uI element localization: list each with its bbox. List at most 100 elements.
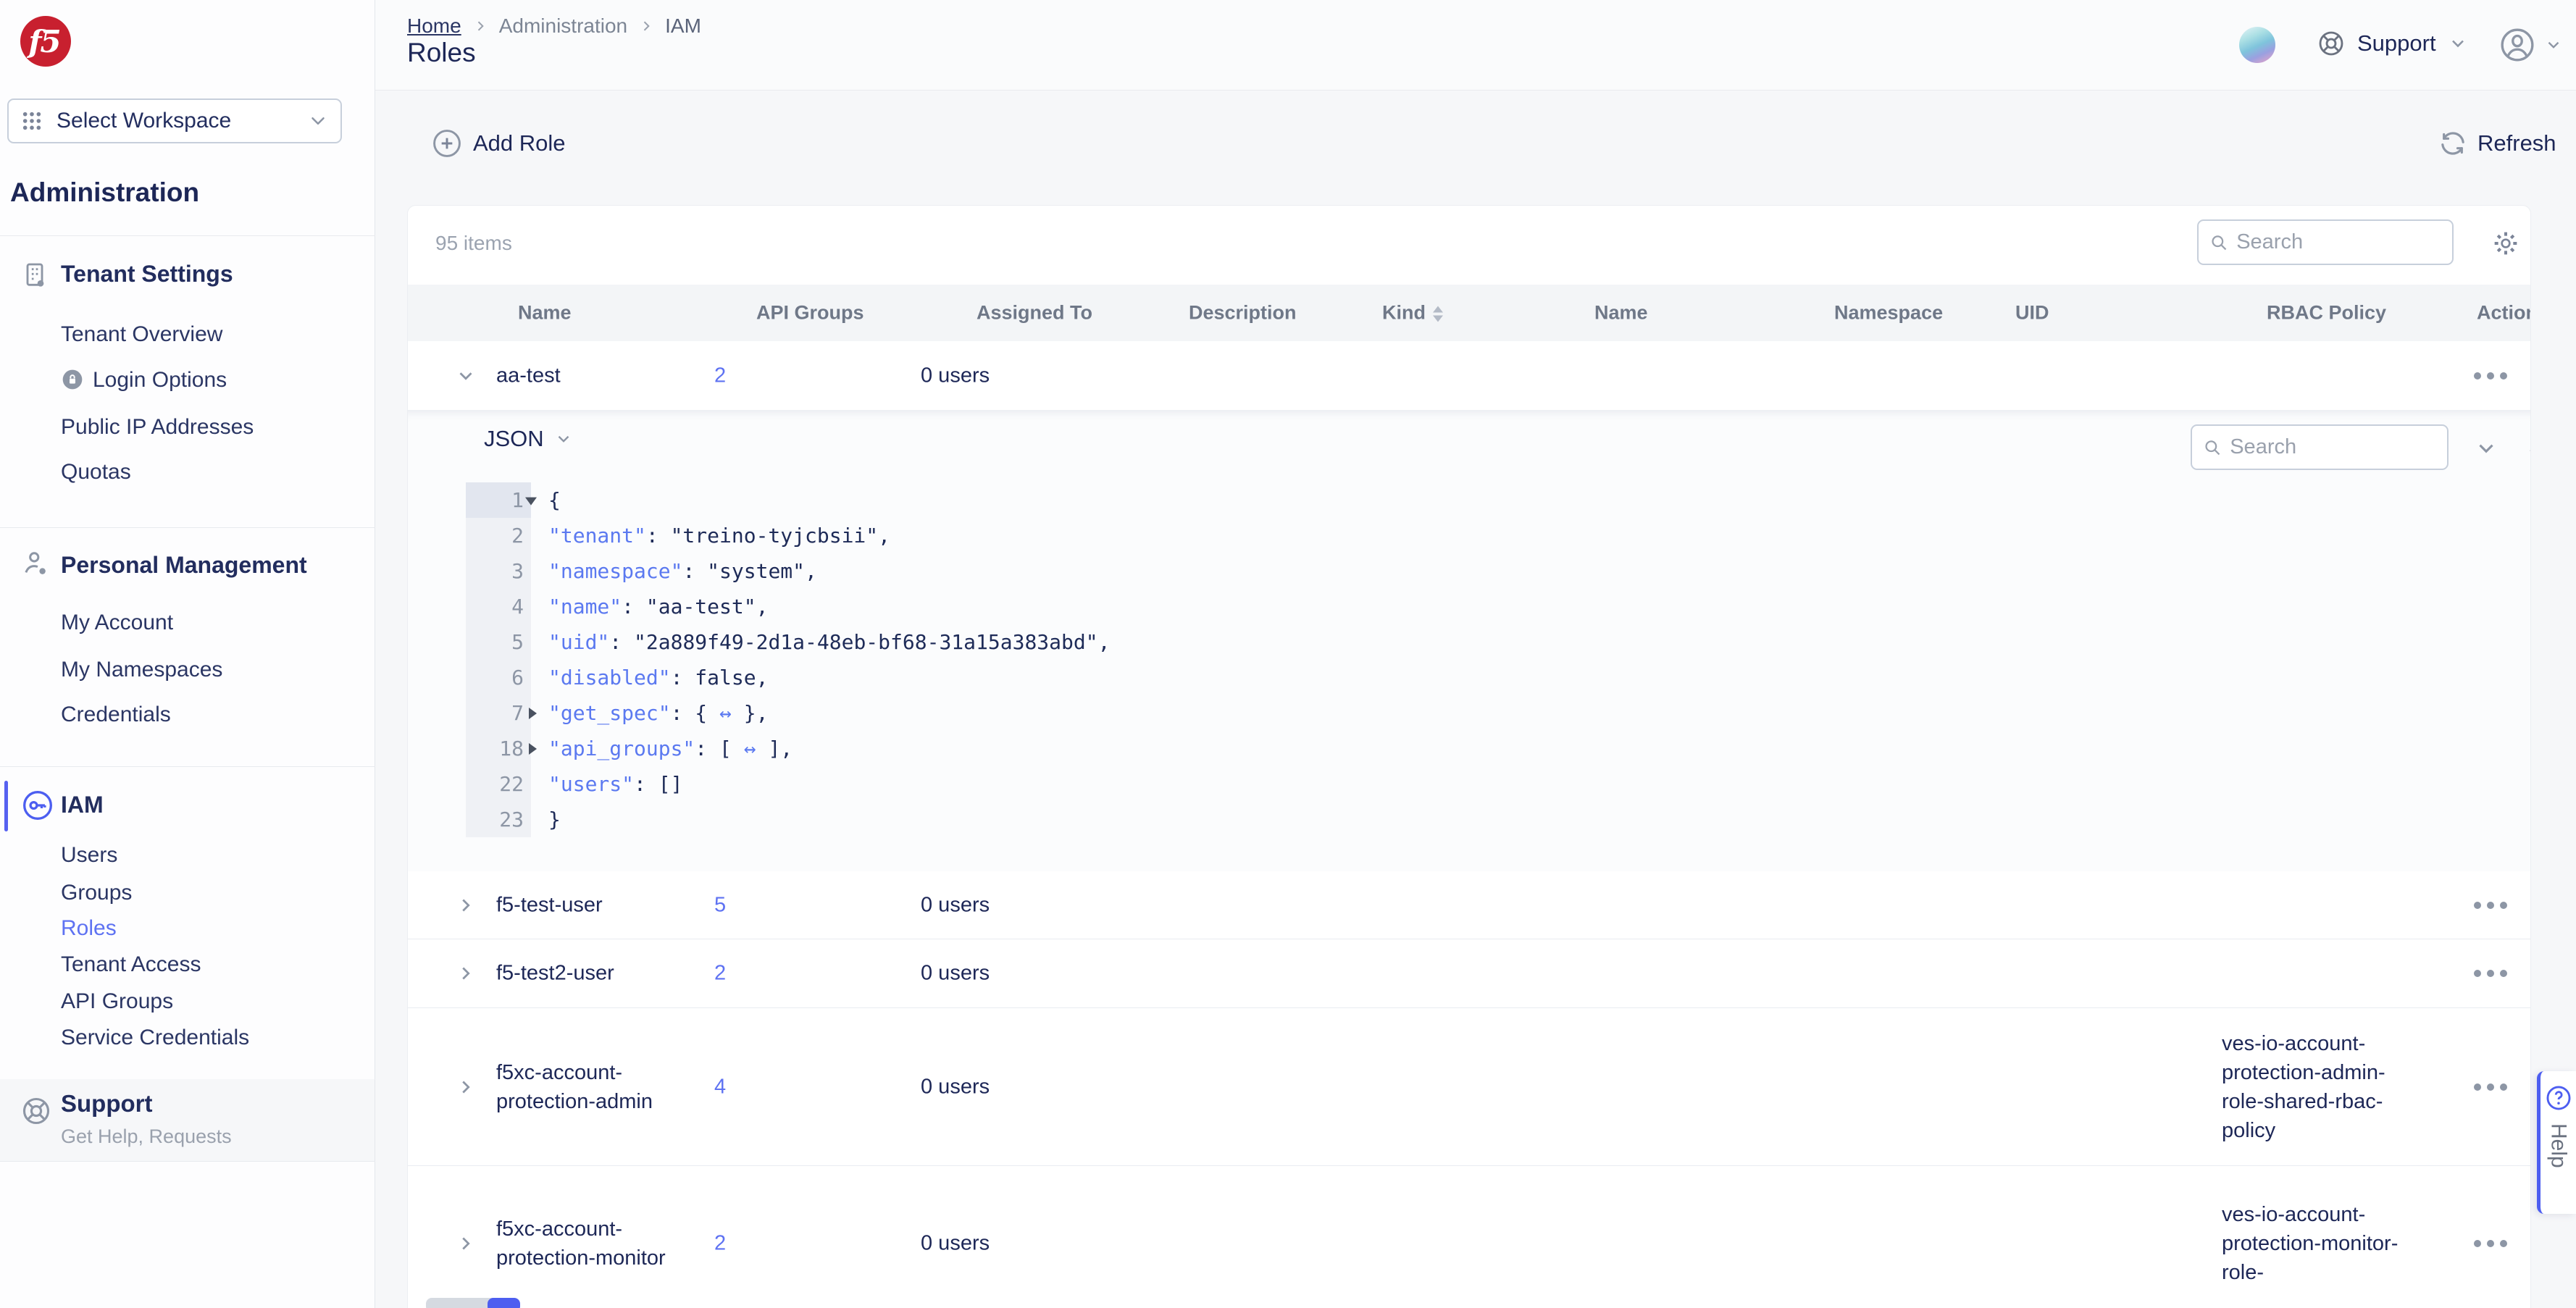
sidebar-item-service-credentials[interactable]: Service Credentials [61, 1023, 249, 1052]
cell-api-groups[interactable]: 5 [714, 893, 726, 917]
sidebar-item-api-groups[interactable]: API Groups [61, 987, 173, 1016]
json-search[interactable] [2191, 424, 2449, 470]
sidebar-item-users[interactable]: Users [61, 841, 117, 870]
row-f5-test-user[interactable]: f5-test-user 5 0 users [408, 871, 2531, 939]
chevron-right-icon [455, 1233, 477, 1254]
sidebar-item-my-namespaces[interactable]: My Namespaces [61, 655, 222, 684]
roles-table-card: 95 items Name API Groups Assigned To Des… [407, 205, 2531, 1308]
cell-api-groups[interactable]: 2 [714, 364, 726, 387]
prev-match-icon[interactable] [2525, 436, 2531, 461]
col-rbac-policy[interactable]: RBAC Policy [2267, 302, 2386, 324]
json-search-input[interactable] [2230, 435, 2437, 459]
scrollbar-thumb[interactable] [488, 1298, 520, 1308]
code-line: 2"tenant": "treino-tyjcbsii", [466, 518, 1110, 553]
row-actions-button[interactable] [2474, 902, 2507, 909]
row-actions-button[interactable] [2474, 1083, 2507, 1091]
table-search[interactable] [2197, 219, 2454, 265]
cell-name: f5-test-user [496, 893, 603, 917]
col-name-2[interactable]: Name [1594, 302, 1648, 324]
row-actions-button[interactable] [2474, 1240, 2507, 1247]
sidebar-support-block[interactable]: Support Get Help, Requests [0, 1079, 375, 1161]
line-gutter: 4 [466, 589, 531, 624]
items-count: 95 items [435, 232, 512, 255]
sidebar-heading: Administration [10, 177, 199, 208]
row-f5xc-account-protection-admin[interactable]: f5xc-account-protection-admin 4 0 users … [408, 1007, 2531, 1165]
table-settings-gear-icon[interactable] [2491, 229, 2520, 258]
row-aa-test[interactable]: aa-test 2 0 users [408, 341, 2531, 410]
next-match-icon[interactable] [2474, 436, 2498, 461]
sidebar-section-iam[interactable]: IAM [61, 792, 104, 818]
search-icon [2209, 231, 2229, 254]
cell-api-groups[interactable]: 2 [714, 962, 726, 986]
col-description[interactable]: Description [1189, 302, 1297, 324]
sidebar-item-groups[interactable]: Groups [61, 879, 132, 907]
assistant-sphere-button[interactable] [2239, 27, 2275, 63]
chevron-right-icon [455, 894, 477, 916]
cell-api-groups[interactable]: 4 [714, 1075, 726, 1099]
line-gutter: 3 [466, 553, 531, 589]
line-gutter[interactable]: 7 [466, 695, 531, 731]
sidebar-item-tenant-overview[interactable]: Tenant Overview [61, 320, 222, 349]
sidebar-item-public-ip-addresses[interactable]: Public IP Addresses [61, 413, 254, 442]
format-selector[interactable]: JSON [484, 426, 573, 452]
col-kind[interactable]: Kind [1382, 302, 1443, 324]
sidebar-item-credentials[interactable]: Credentials [61, 700, 171, 729]
line-gutter[interactable]: 18 [466, 731, 531, 766]
horizontal-scrollbar[interactable] [426, 1298, 520, 1308]
app-root: f5 Select Workspace Administration Tenan… [0, 0, 2576, 1308]
sort-icon[interactable] [1433, 306, 1443, 322]
json-code-editor[interactable]: 1{ 2"tenant": "treino-tyjcbsii", 3"names… [466, 482, 1110, 837]
support-menu[interactable]: Support [2317, 29, 2468, 58]
expand-row-icon[interactable] [451, 1073, 480, 1102]
divider [0, 527, 375, 528]
add-role-button[interactable]: Add Role [431, 127, 566, 159]
sidebar-section-tenant-settings[interactable]: Tenant Settings [61, 261, 233, 288]
account-menu[interactable] [2499, 27, 2563, 63]
line-gutter[interactable]: 1 [466, 482, 531, 518]
line-gutter: 5 [466, 624, 531, 660]
breadcrumb-home[interactable]: Home [407, 14, 461, 38]
sidebar-item-tenant-access[interactable]: Tenant Access [61, 950, 201, 979]
sidebar-item-quotas[interactable]: Quotas [61, 458, 131, 487]
breadcrumb-iam[interactable]: IAM [665, 14, 701, 38]
cell-name: f5xc-account-protection-admin [496, 1058, 685, 1116]
col-name[interactable]: Name [518, 302, 572, 324]
row-actions-button[interactable] [2474, 372, 2507, 380]
f5-logo[interactable]: f5 [20, 16, 71, 67]
expand-row-icon[interactable] [451, 1229, 480, 1258]
cell-api-groups[interactable]: 2 [714, 1232, 726, 1256]
line-gutter: 23 [466, 802, 531, 837]
cell-assigned-to: 0 users [921, 893, 990, 917]
expand-row-icon[interactable] [451, 891, 480, 920]
sidebar-section-personal-management[interactable]: Personal Management [61, 552, 307, 579]
table-search-input[interactable] [2236, 230, 2442, 254]
row-f5xc-account-protection-monitor[interactable]: f5xc-account-protection-monitor 2 0 user… [408, 1165, 2531, 1308]
row-f5-test2-user[interactable]: f5-test2-user 2 0 users [408, 939, 2531, 1007]
breadcrumb-administration[interactable]: Administration [499, 14, 627, 38]
collapse-row-icon[interactable] [451, 361, 480, 390]
sidebar-item-my-account[interactable]: My Account [61, 608, 173, 637]
expand-row-icon[interactable] [451, 959, 480, 988]
refresh-icon [2438, 129, 2467, 158]
cell-name: f5-test2-user [496, 962, 614, 986]
chevron-down-icon [2544, 35, 2563, 54]
divider [0, 766, 375, 767]
help-tab[interactable]: Help [2537, 1071, 2576, 1214]
line-gutter: 6 [466, 660, 531, 695]
col-assigned-to[interactable]: Assigned To [977, 302, 1092, 324]
chevron-down-icon [455, 365, 477, 387]
workspace-selector[interactable]: Select Workspace [7, 98, 342, 143]
active-section-indicator [4, 781, 8, 831]
cell-name: f5xc-account-protection-monitor [496, 1215, 699, 1273]
refresh-button[interactable]: Refresh [2438, 129, 2556, 158]
col-api-groups[interactable]: API Groups [756, 302, 864, 324]
col-namespace[interactable]: Namespace [1834, 302, 1943, 324]
chevron-right-icon [455, 963, 477, 984]
col-actions: Actions [2477, 302, 2531, 324]
sidebar-item-roles[interactable]: Roles [61, 914, 117, 943]
chevron-down-icon [307, 110, 329, 132]
col-uid[interactable]: UID [2015, 302, 2049, 324]
lock-icon [61, 368, 84, 391]
row-actions-button[interactable] [2474, 970, 2507, 977]
sidebar-item-login-options[interactable]: Login Options [93, 366, 227, 395]
